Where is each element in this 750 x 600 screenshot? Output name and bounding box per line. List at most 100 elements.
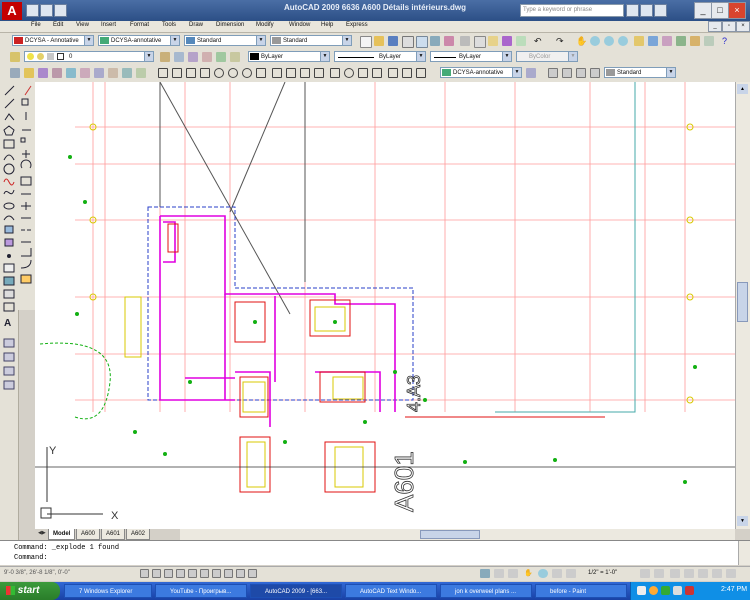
color-combo[interactable]: ByLayer ▼ <box>248 51 330 62</box>
layer-walk-icon[interactable] <box>38 68 48 78</box>
layer-combo[interactable]: 0 ▼ <box>24 51 154 62</box>
model-icon[interactable] <box>480 569 490 578</box>
osnap-icon[interactable] <box>188 569 197 578</box>
taskbar-item-plans[interactable]: jon k overweel plans ... <box>440 584 532 598</box>
drawing-canvas[interactable]: A601 4.A3 Y X <box>35 82 735 529</box>
qnew-icon[interactable] <box>360 36 372 48</box>
pan-icon[interactable]: ✋ <box>576 36 587 46</box>
layer-delete-icon[interactable] <box>66 68 76 78</box>
start-button[interactable]: start <box>0 582 60 600</box>
lineweight-icon[interactable] <box>236 569 245 578</box>
zoom-icon[interactable] <box>538 569 548 578</box>
otrack-icon[interactable] <box>200 569 209 578</box>
layer-states-icon[interactable] <box>188 52 198 62</box>
tab-a601[interactable]: A601 <box>101 529 126 540</box>
dim-update-icon[interactable] <box>416 68 426 78</box>
hardware-acceleration-icon[interactable] <box>698 569 708 578</box>
vertical-scroll-thumb[interactable] <box>737 282 748 322</box>
layer-copy-icon[interactable] <box>136 68 146 78</box>
tray-volume-icon[interactable] <box>673 586 682 595</box>
menu-format[interactable]: Format <box>130 22 149 28</box>
ducs-icon[interactable] <box>212 569 221 578</box>
markup-icon[interactable] <box>690 36 700 46</box>
jogged-dim-icon[interactable] <box>228 68 238 78</box>
copy-icon[interactable] <box>474 36 486 48</box>
annotation-visibility-icon[interactable] <box>640 569 650 578</box>
zoom-window-icon[interactable] <box>604 36 614 46</box>
diameter-dim-icon[interactable] <box>242 68 252 78</box>
annotation-scale[interactable]: 1/2" = 1'-0" <box>588 570 617 576</box>
bulb-icon[interactable] <box>24 68 34 78</box>
cut-icon[interactable] <box>460 36 470 46</box>
minimize-button[interactable]: _ <box>694 2 712 19</box>
layer-freeze-icon[interactable] <box>230 52 240 62</box>
menu-draw[interactable]: Draw <box>189 22 203 28</box>
style-icon[interactable] <box>590 68 600 78</box>
tab-a602[interactable]: A602 <box>126 529 151 540</box>
plot-icon[interactable] <box>402 36 414 48</box>
dyn-icon[interactable] <box>224 569 233 578</box>
baseline-dim-icon[interactable] <box>286 68 296 78</box>
aligned-dim-icon[interactable] <box>172 68 182 78</box>
menu-window[interactable]: Window <box>289 22 310 28</box>
menu-insert[interactable]: Insert <box>101 22 116 28</box>
star-icon[interactable] <box>654 4 667 17</box>
layer-lock-icon[interactable] <box>108 68 118 78</box>
paste-icon[interactable] <box>488 36 498 46</box>
command-scrollbar[interactable] <box>738 541 750 565</box>
publish-icon[interactable] <box>430 36 440 46</box>
showmotion-icon[interactable] <box>566 569 576 578</box>
style-combo[interactable]: Standard ▼ <box>604 67 676 78</box>
menu-dimension[interactable]: Dimension <box>216 22 244 28</box>
preview-icon[interactable] <box>416 36 428 48</box>
dim-style-manager-icon[interactable] <box>526 68 536 78</box>
menu-view[interactable]: View <box>76 22 89 28</box>
quick-view-drawings-icon[interactable] <box>508 569 518 578</box>
zoom-previous-icon[interactable] <box>618 36 628 46</box>
quick-view-layouts-icon[interactable] <box>494 569 504 578</box>
angular-dim-icon[interactable] <box>256 68 266 78</box>
layer-unisolate-icon[interactable] <box>216 52 226 62</box>
layer-manager-icon[interactable] <box>10 52 20 62</box>
text-style-combo[interactable]: DCYSA - Annotative ▼ <box>12 35 94 46</box>
layer-off-icon[interactable] <box>94 68 104 78</box>
zoom-realtime-icon[interactable] <box>590 36 600 46</box>
menu-modify[interactable]: Modify <box>256 22 274 28</box>
help-icon[interactable]: ? <box>722 36 732 46</box>
mleader-style-combo[interactable]: Standard ▼ <box>270 35 352 46</box>
sheet-set-icon[interactable] <box>676 36 686 46</box>
match-properties-icon[interactable] <box>502 36 512 46</box>
help-icon[interactable] <box>640 4 653 17</box>
clean-screen-icon[interactable] <box>726 569 736 578</box>
scroll-down-icon[interactable]: ▼ <box>737 516 748 526</box>
command-prompt[interactable]: Command: <box>14 554 48 562</box>
taskbar-item-text-window[interactable]: AutoCAD Text Windo... <box>345 584 437 598</box>
table-style-combo[interactable]: Standard ▼ <box>184 35 266 46</box>
close-button[interactable]: × <box>728 2 746 19</box>
menu-tools[interactable]: Tools <box>162 22 176 28</box>
lock-icon[interactable] <box>684 569 694 578</box>
search-input[interactable]: Type a keyword or phrase <box>520 4 624 17</box>
pan-icon[interactable]: ✋ <box>524 569 534 578</box>
taskbar-item-explorer[interactable]: 7 Windows Explorer <box>64 584 152 598</box>
layer-unlock-icon[interactable] <box>122 68 132 78</box>
tray-network-icon[interactable] <box>637 586 646 595</box>
center-mark-icon[interactable] <box>344 68 354 78</box>
tray-app-icon[interactable] <box>661 586 670 595</box>
plotstyle-combo[interactable]: ByColor ▼ <box>516 51 578 62</box>
inspect-icon[interactable] <box>358 68 368 78</box>
vertical-scrollbar[interactable]: ▲ ▼ <box>735 82 750 529</box>
save-icon[interactable] <box>388 36 398 46</box>
view-icon[interactable] <box>562 68 572 78</box>
taskbar-item-paint[interactable]: before - Paint <box>535 584 627 598</box>
doc-restore-button[interactable]: ▫ <box>722 21 736 32</box>
tab-nav-icon[interactable]: ◀▶ <box>38 530 46 536</box>
tab-a600[interactable]: A600 <box>76 529 101 540</box>
dim-text-edit-icon[interactable] <box>402 68 412 78</box>
menu-edit[interactable]: Edit <box>53 22 63 28</box>
block-editor-icon[interactable] <box>516 36 526 46</box>
layer-merge-icon[interactable] <box>52 68 62 78</box>
arc-length-icon[interactable] <box>186 68 196 78</box>
taskbar-item-youtube[interactable]: YouTube - Проигрыв... <box>155 584 247 598</box>
tray-security-icon[interactable] <box>649 586 658 595</box>
